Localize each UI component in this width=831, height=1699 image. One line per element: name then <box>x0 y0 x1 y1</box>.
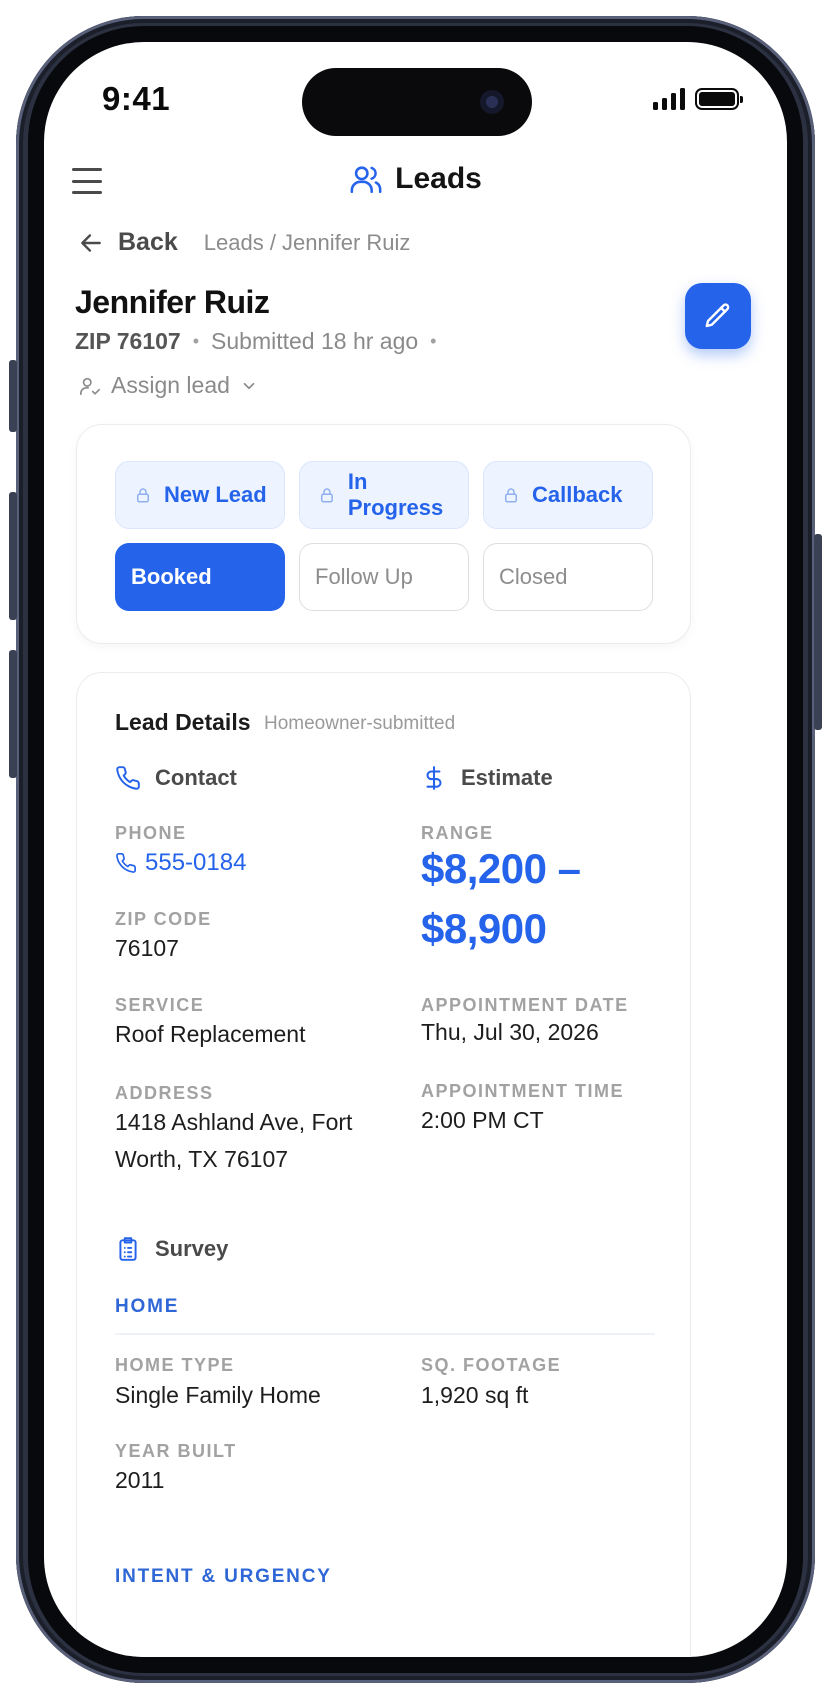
arrow-left-icon[interactable] <box>78 230 104 256</box>
appointment-date-value: Thu, Jul 30, 2026 <box>421 1019 599 1045</box>
home-type-label: HOME TYPE <box>115 1355 235 1375</box>
contact-heading: Contact <box>115 765 237 791</box>
separator-dot: • <box>192 331 200 351</box>
estimate-heading: Estimate <box>421 765 553 791</box>
divider <box>115 1333 655 1335</box>
zip-value: 76107 <box>115 935 179 961</box>
status-follow-up[interactable]: Follow Up <box>299 543 469 611</box>
status-new-lead: New Lead <box>115 461 285 529</box>
volume-down-button <box>9 650 17 778</box>
status-in-progress: In Progress <box>299 461 469 529</box>
phone-link[interactable]: 555-0184 <box>115 849 246 877</box>
sqft-label: SQ. FOOTAGE <box>421 1355 562 1375</box>
address-line-2: Worth, TX 76107 <box>115 1146 289 1172</box>
action-button <box>9 360 17 432</box>
status-booked[interactable]: Booked <box>115 543 285 611</box>
status-label: Callback <box>532 482 623 507</box>
status-label: Closed <box>499 564 568 589</box>
sqft-value: 1,920 sq ft <box>421 1382 529 1408</box>
status-closed[interactable]: Closed <box>483 543 653 611</box>
home-section-label: HOME <box>115 1296 180 1317</box>
phone-number: 555-0184 <box>145 849 247 876</box>
dynamic-island <box>302 68 532 136</box>
zip-label: ZIP CODE <box>115 909 212 929</box>
intent-section-label: INTENT & URGENCY <box>115 1566 332 1587</box>
power-button <box>814 534 822 730</box>
lead-zip: ZIP 76107 <box>75 328 181 354</box>
back-row: Back Leads / Jennifer Ruiz <box>78 228 410 257</box>
status-label: In Progress <box>347 469 444 520</box>
submitted-time: Submitted 18 hr ago <box>211 328 419 354</box>
year-built-value: 2011 <box>115 1467 165 1493</box>
back-button[interactable]: Back <box>118 228 178 257</box>
lock-icon <box>505 488 517 503</box>
phone-icon <box>116 853 136 873</box>
user-check-icon <box>80 377 100 395</box>
battery-icon <box>695 88 743 110</box>
lock-icon <box>137 488 149 503</box>
signal-icon <box>653 88 685 110</box>
home-type-value: Single Family Home <box>115 1382 321 1408</box>
contact-heading-label: Contact <box>155 765 237 790</box>
status-label: New Lead <box>164 482 267 507</box>
card-title: Lead Details <box>115 709 251 735</box>
address-line-1: 1418 Ashland Ave, Fort <box>115 1109 353 1135</box>
lock-icon <box>320 488 333 503</box>
assign-lead-label: Assign lead <box>111 372 230 398</box>
lead-details-card: Lead Details Homeowner-submitted Contact… <box>76 672 691 1657</box>
camera-icon <box>480 90 504 114</box>
appointment-time-label: APPOINTMENT TIME <box>421 1081 624 1101</box>
appointment-time-value: 2:00 PM CT <box>421 1107 544 1133</box>
separator-dot: • <box>430 331 437 351</box>
year-built-label: YEAR BUILT <box>115 1441 237 1461</box>
range-line-2: $8,900 <box>421 905 547 952</box>
status-indicators <box>653 88 743 110</box>
dollar-icon <box>426 766 442 790</box>
page-title: Leads <box>395 162 482 195</box>
clipboard-icon <box>119 1237 137 1261</box>
range-line-1: $8,200 – <box>421 845 581 892</box>
survey-heading-label: Survey <box>155 1236 229 1261</box>
volume-up-button <box>9 492 17 620</box>
status-label: Booked <box>131 564 212 589</box>
address-label: ADDRESS <box>115 1083 214 1103</box>
status-card: New Lead In Progress Callback Booked Fol… <box>76 424 691 644</box>
assign-lead-dropdown[interactable]: Assign lead <box>79 372 258 399</box>
phone-label: PHONE <box>115 823 187 843</box>
users-icon <box>350 166 382 194</box>
header: Leads <box>44 162 787 196</box>
service-value: Roof Replacement <box>115 1021 306 1047</box>
lead-meta: ZIP 76107 • Submitted 18 hr ago • <box>75 328 436 355</box>
edit-button[interactable] <box>685 283 751 349</box>
survey-heading: Survey <box>115 1236 228 1262</box>
service-label: SERVICE <box>115 995 205 1015</box>
appointment-date-label: APPOINTMENT DATE <box>421 995 629 1015</box>
chevron-down-icon <box>243 382 255 389</box>
card-subtitle: Homeowner-submitted <box>264 713 456 734</box>
estimate-heading-label: Estimate <box>461 765 553 790</box>
lead-name: Jennifer Ruiz <box>75 284 270 320</box>
pencil-icon <box>705 303 730 328</box>
status-label: Follow Up <box>315 564 413 589</box>
status-callback: Callback <box>483 461 653 529</box>
status-time: 9:41 <box>102 80 171 117</box>
screen: 9:41 Leads Back Leads / Jennifer Ruiz Je… <box>44 42 787 1657</box>
phone-icon <box>116 766 140 790</box>
breadcrumb: Leads / Jennifer Ruiz <box>203 229 411 255</box>
